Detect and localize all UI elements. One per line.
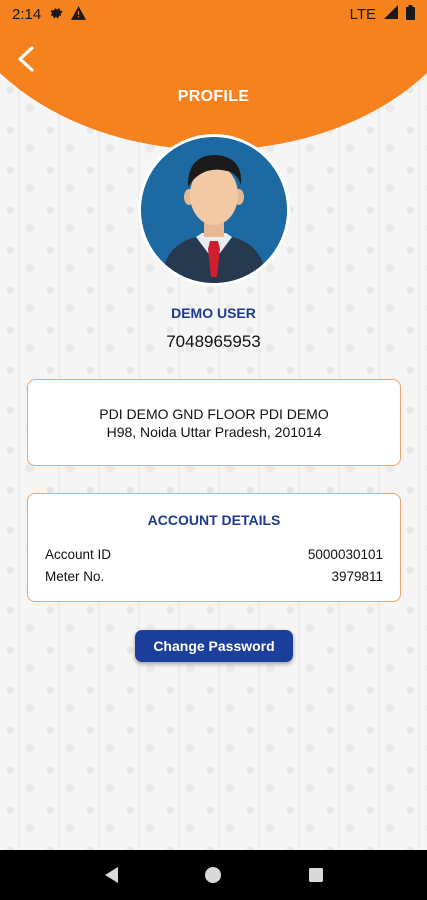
meter-no-label: Meter No. bbox=[45, 569, 105, 584]
address-card: PDI DEMO GND FLOOR PDI DEMO H98, Noida U… bbox=[27, 379, 401, 466]
warning-icon bbox=[71, 5, 87, 23]
avatar bbox=[138, 134, 290, 286]
signal-icon bbox=[384, 5, 398, 23]
status-left: 2:14 bbox=[12, 5, 87, 23]
status-bar: 2:14 LTE bbox=[0, 0, 427, 28]
home-circle-icon bbox=[205, 867, 222, 883]
address-line-2: H98, Noida Uttar Pradesh, 201014 bbox=[106, 424, 322, 440]
meter-no-row: Meter No. 3979811 bbox=[45, 566, 383, 588]
address-line-1: PDI DEMO GND FLOOR PDI DEMO bbox=[99, 406, 329, 422]
change-password-button[interactable]: Change Password bbox=[135, 630, 293, 662]
page-title: PROFILE bbox=[177, 88, 250, 105]
recents-square-icon bbox=[308, 868, 323, 882]
meter-no-value: 3979811 bbox=[331, 569, 383, 584]
profile-screen: 2:14 LTE PROFILE DEMO USER 7048965953 PD… bbox=[0, 0, 427, 900]
gear-icon bbox=[49, 6, 63, 23]
user-phone: 7048965953 bbox=[166, 332, 261, 351]
account-id-value: 5000030101 bbox=[307, 547, 383, 562]
account-id-row: Account ID 5000030101 bbox=[45, 544, 383, 566]
navigation-bar bbox=[0, 850, 427, 900]
status-time: 2:14 bbox=[12, 5, 42, 23]
battery-icon bbox=[406, 4, 415, 24]
account-details-title: ACCOUNT DETAILS bbox=[147, 512, 281, 528]
nav-home-button[interactable] bbox=[198, 860, 228, 890]
account-id-label: Account ID bbox=[45, 547, 112, 562]
back-triangle-icon bbox=[105, 867, 119, 883]
user-name: DEMO USER bbox=[171, 305, 256, 321]
back-arrow-icon bbox=[18, 46, 34, 72]
account-details-card: ACCOUNT DETAILS Account ID 5000030101 Me… bbox=[27, 493, 401, 602]
network-label: LTE bbox=[349, 5, 376, 23]
back-button[interactable] bbox=[12, 42, 42, 76]
nav-recents-button[interactable] bbox=[301, 860, 331, 890]
nav-back-button[interactable] bbox=[96, 860, 126, 890]
status-right: LTE bbox=[349, 4, 415, 24]
